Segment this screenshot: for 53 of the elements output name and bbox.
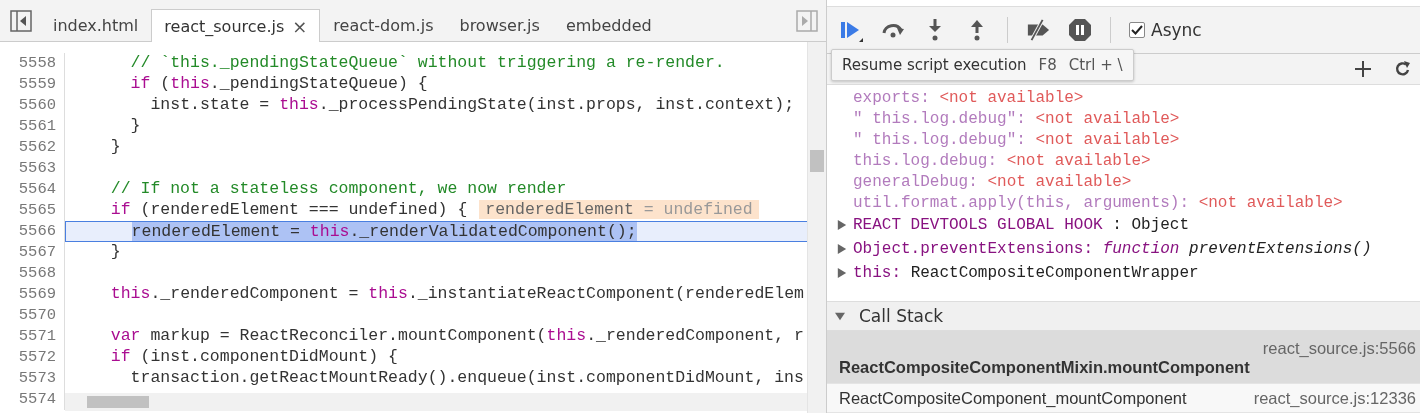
checkmark-icon bbox=[1131, 24, 1143, 36]
code-line: // If not a stateless component, we now render bbox=[109, 179, 568, 200]
expand-triangle-icon[interactable] bbox=[837, 219, 847, 231]
close-icon[interactable]: × bbox=[292, 15, 308, 37]
code-line: } bbox=[129, 116, 142, 137]
pause-on-exceptions-icon[interactable] bbox=[1068, 18, 1092, 42]
code-line: if (this._pendingStateQueue) { bbox=[129, 74, 429, 95]
scope-variable: this.log.debug: <not available> bbox=[852, 150, 1152, 171]
async-checkbox[interactable]: Async bbox=[1129, 20, 1202, 40]
deactivate-breakpoints-icon[interactable] bbox=[1026, 18, 1050, 42]
section-title: Call Stack bbox=[859, 306, 944, 326]
code-line: var markup = ReactReconciler.mountComponent(this._renderedComponent, r bbox=[109, 326, 805, 347]
code-line: if (renderedElement === undefined) { renderedElement = undefined bbox=[65, 200, 807, 221]
expand-triangle-icon[interactable] bbox=[837, 267, 847, 279]
code-line: } bbox=[109, 242, 122, 263]
scope-variable[interactable]: Object.preventExtensions: function preventExtensions() bbox=[853, 240, 1372, 258]
expand-triangle-icon[interactable] bbox=[835, 310, 845, 322]
file-tab[interactable]: react_source.js × bbox=[151, 9, 321, 42]
horizontal-scrollbar[interactable] bbox=[65, 393, 807, 411]
scope-variable: generalDebug: <not available> bbox=[852, 171, 1133, 192]
shortcut-text: F8 bbox=[1038, 56, 1057, 74]
call-frame[interactable]: react_source.js:5566 ReactCompositeComponentMixin.mountComponent bbox=[827, 331, 1420, 384]
call-frame[interactable]: ReactCompositeComponent_mountComponent react_source.js:12336 bbox=[827, 384, 1420, 413]
debugger-toggle-icon[interactable] bbox=[796, 10, 818, 32]
scope-variable: " this.log.debug": <not available> bbox=[852, 129, 1181, 150]
scope-variable[interactable]: this: ReactCompositeComponentWrapper bbox=[853, 264, 1199, 282]
tooltip-text: Resume script execution bbox=[842, 56, 1027, 74]
expand-triangle-icon[interactable] bbox=[837, 243, 847, 255]
vertical-scrollbar[interactable] bbox=[807, 42, 826, 413]
file-tab[interactable]: react-dom.js bbox=[320, 9, 447, 41]
function-name: ReactCompositeComponentMixin.mountComponent bbox=[839, 358, 1251, 377]
scope-variable: util.format.apply(this, arguments): <not available> bbox=[852, 192, 1344, 213]
scope-variable[interactable]: REACT DEVTOOLS GLOBAL HOOK : Object bbox=[853, 216, 1190, 234]
source-location[interactable]: react_source.js:5566 bbox=[839, 339, 1416, 358]
navigator-toggle-icon[interactable] bbox=[10, 10, 32, 32]
file-tab[interactable]: browser.js bbox=[446, 9, 553, 41]
scope-variable: exports: <not available> bbox=[852, 87, 1085, 108]
code-line: } bbox=[109, 137, 122, 158]
shortcut-text: Ctrl + \ bbox=[1068, 56, 1123, 74]
code-line: inst.state = this._processPendingState(inst.props, inst.context); bbox=[149, 95, 796, 116]
code-line: if (inst.componentDidMount) { bbox=[109, 347, 399, 368]
source-location[interactable]: react_source.js:12336 bbox=[1253, 388, 1416, 408]
code-line: this._renderedComponent = this._instantiateReactComponent(renderedElem bbox=[109, 284, 805, 305]
code-line: // `this._pendingStateQueue` without triggering a re-render. bbox=[129, 53, 726, 74]
call-stack-header[interactable]: Call Stack bbox=[827, 301, 1420, 331]
add-icon[interactable] bbox=[1354, 60, 1372, 78]
inline-value: renderedElement = undefined bbox=[479, 200, 759, 219]
file-tab[interactable]: embedded bbox=[552, 9, 665, 41]
code-line: transaction.getReactMountReady().enqueue(inst.componentDidMount, ins bbox=[129, 368, 805, 389]
refresh-icon[interactable] bbox=[1394, 60, 1412, 78]
file-tab[interactable]: index.html bbox=[40, 9, 152, 41]
scope-variable: " this.log.debug": <not available> bbox=[852, 108, 1181, 129]
function-name: ReactCompositeComponent_mountComponent bbox=[839, 388, 1187, 408]
